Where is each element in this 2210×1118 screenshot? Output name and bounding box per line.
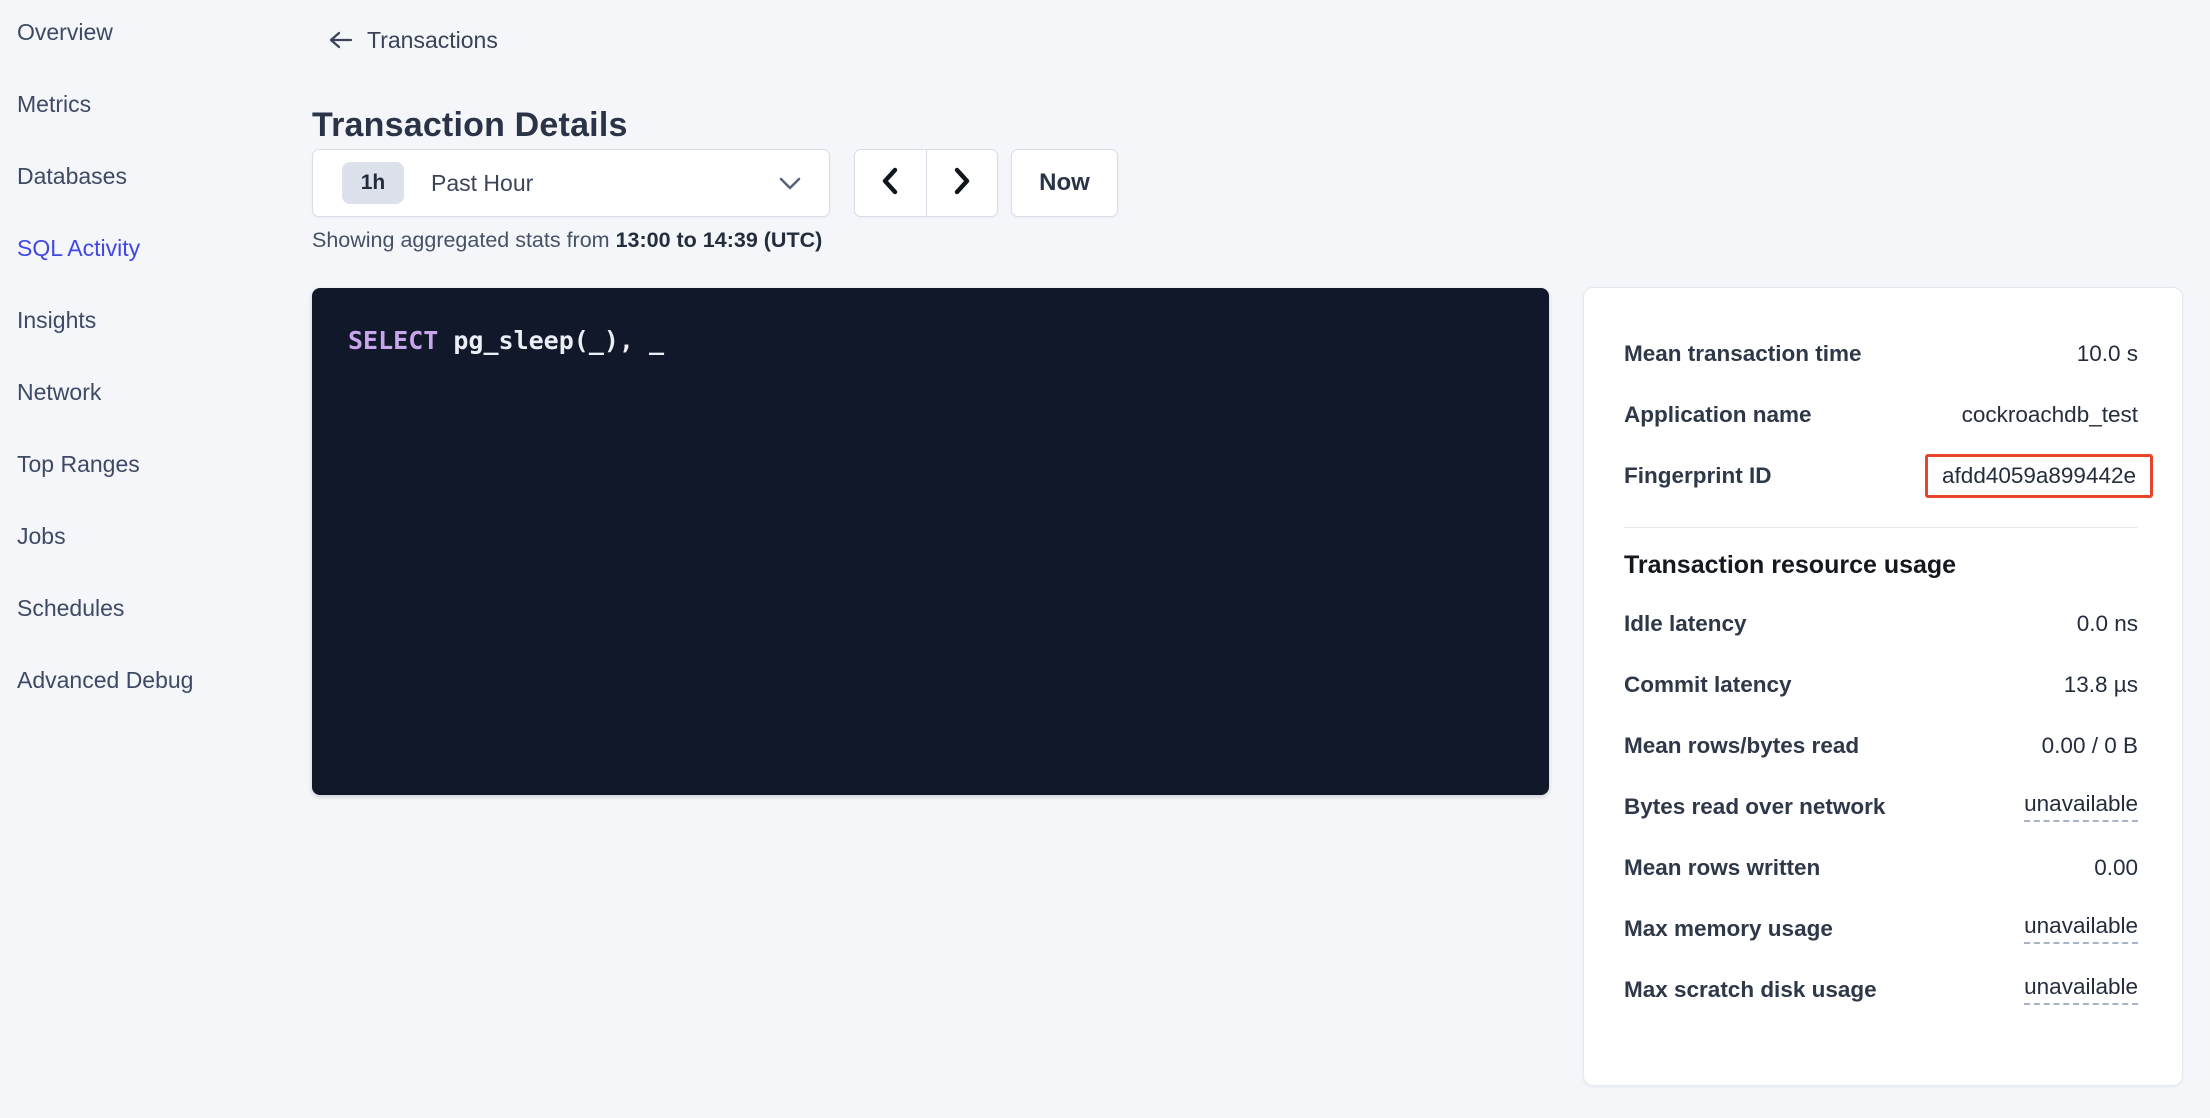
sidebar-item-advanced-debug[interactable]: Advanced Debug <box>17 666 287 694</box>
next-time-range-button[interactable] <box>927 150 998 216</box>
sql-statement-text: pg_sleep(_), _ <box>438 326 664 355</box>
detail-value-unavailable: unavailable <box>2024 791 2138 822</box>
sidebar-item-databases[interactable]: Databases <box>17 162 287 190</box>
resource-row-bytes-read-over-network: Bytes read over network unavailable <box>1624 776 2138 837</box>
detail-value: 0.00 <box>2094 855 2138 881</box>
card-divider <box>1624 527 2138 528</box>
detail-value-unavailable: unavailable <box>2024 913 2138 944</box>
sidebar-item-schedules[interactable]: Schedules <box>17 594 287 622</box>
detail-value: cockroachdb_test <box>1962 402 2138 428</box>
detail-value: 0.0 ns <box>2077 611 2138 637</box>
time-range-dropdown[interactable]: 1h Past Hour <box>312 149 830 217</box>
resource-row-max-scratch-disk-usage: Max scratch disk usage unavailable <box>1624 959 2138 1020</box>
chevron-right-icon <box>950 164 974 203</box>
detail-row-application-name: Application name cockroachdb_test <box>1624 384 2138 445</box>
previous-time-range-button[interactable] <box>855 150 927 216</box>
sidebar-item-insights[interactable]: Insights <box>17 306 287 334</box>
resource-row-max-memory-usage: Max memory usage unavailable <box>1624 898 2138 959</box>
resource-row-mean-rows-bytes-read: Mean rows/bytes read 0.00 / 0 B <box>1624 715 2138 776</box>
sidebar-item-metrics[interactable]: Metrics <box>17 90 287 118</box>
time-range-step-buttons <box>854 149 998 217</box>
detail-label: Mean rows/bytes read <box>1624 733 1859 759</box>
sql-keyword: SELECT <box>348 326 438 355</box>
resource-row-idle-latency: Idle latency 0.0 ns <box>1624 593 2138 654</box>
detail-label: Bytes read over network <box>1624 794 1885 820</box>
aggregated-stats-range: 13:00 to 14:39 (UTC) <box>616 228 823 252</box>
detail-row-mean-transaction-time: Mean transaction time 10.0 s <box>1624 323 2138 384</box>
detail-label: Idle latency <box>1624 611 1747 637</box>
back-arrow-icon <box>328 30 353 50</box>
now-button[interactable]: Now <box>1011 149 1118 217</box>
chevron-down-icon <box>778 176 802 191</box>
breadcrumb-label: Transactions <box>367 27 498 54</box>
detail-row-fingerprint-id: Fingerprint ID afdd4059a899442e <box>1624 445 2138 506</box>
aggregated-stats-caption: Showing aggregated stats from 13:00 to 1… <box>312 228 822 253</box>
detail-value-unavailable: unavailable <box>2024 974 2138 1005</box>
page-title: Transaction Details <box>312 106 628 145</box>
time-range-selected: Past Hour <box>431 170 533 197</box>
detail-label: Commit latency <box>1624 672 1792 698</box>
fingerprint-id-value-highlighted: afdd4059a899442e <box>1925 454 2153 498</box>
detail-label: Mean rows written <box>1624 855 1820 881</box>
detail-label: Max memory usage <box>1624 916 1833 942</box>
resource-row-mean-rows-written: Mean rows written 0.00 <box>1624 837 2138 898</box>
detail-value: 13.8 µs <box>2064 672 2138 698</box>
time-range-badge: 1h <box>342 162 404 204</box>
resource-row-commit-latency: Commit latency 13.8 µs <box>1624 654 2138 715</box>
sql-statement-box: SELECT pg_sleep(_), _ <box>312 288 1549 795</box>
detail-value: 0.00 / 0 B <box>2042 733 2138 759</box>
transaction-details-card: Mean transaction time 10.0 s Application… <box>1583 287 2183 1086</box>
sidebar-item-network[interactable]: Network <box>17 378 287 406</box>
sidebar-item-jobs[interactable]: Jobs <box>17 522 287 550</box>
detail-label: Mean transaction time <box>1624 341 1862 367</box>
detail-label: Max scratch disk usage <box>1624 977 1877 1003</box>
detail-label: Fingerprint ID <box>1624 463 1772 489</box>
breadcrumb-back-transactions[interactable]: Transactions <box>328 25 498 55</box>
sidebar-item-overview[interactable]: Overview <box>17 18 287 46</box>
chevron-left-icon <box>878 164 902 203</box>
detail-label: Application name <box>1624 402 1812 428</box>
sidebar-item-sql-activity[interactable]: SQL Activity <box>17 234 287 262</box>
resource-usage-heading: Transaction resource usage <box>1624 537 2138 593</box>
sidebar-item-top-ranges[interactable]: Top Ranges <box>17 450 287 478</box>
detail-value: 10.0 s <box>2077 341 2138 367</box>
sidebar-nav: Overview Metrics Databases SQL Activity … <box>17 18 287 738</box>
